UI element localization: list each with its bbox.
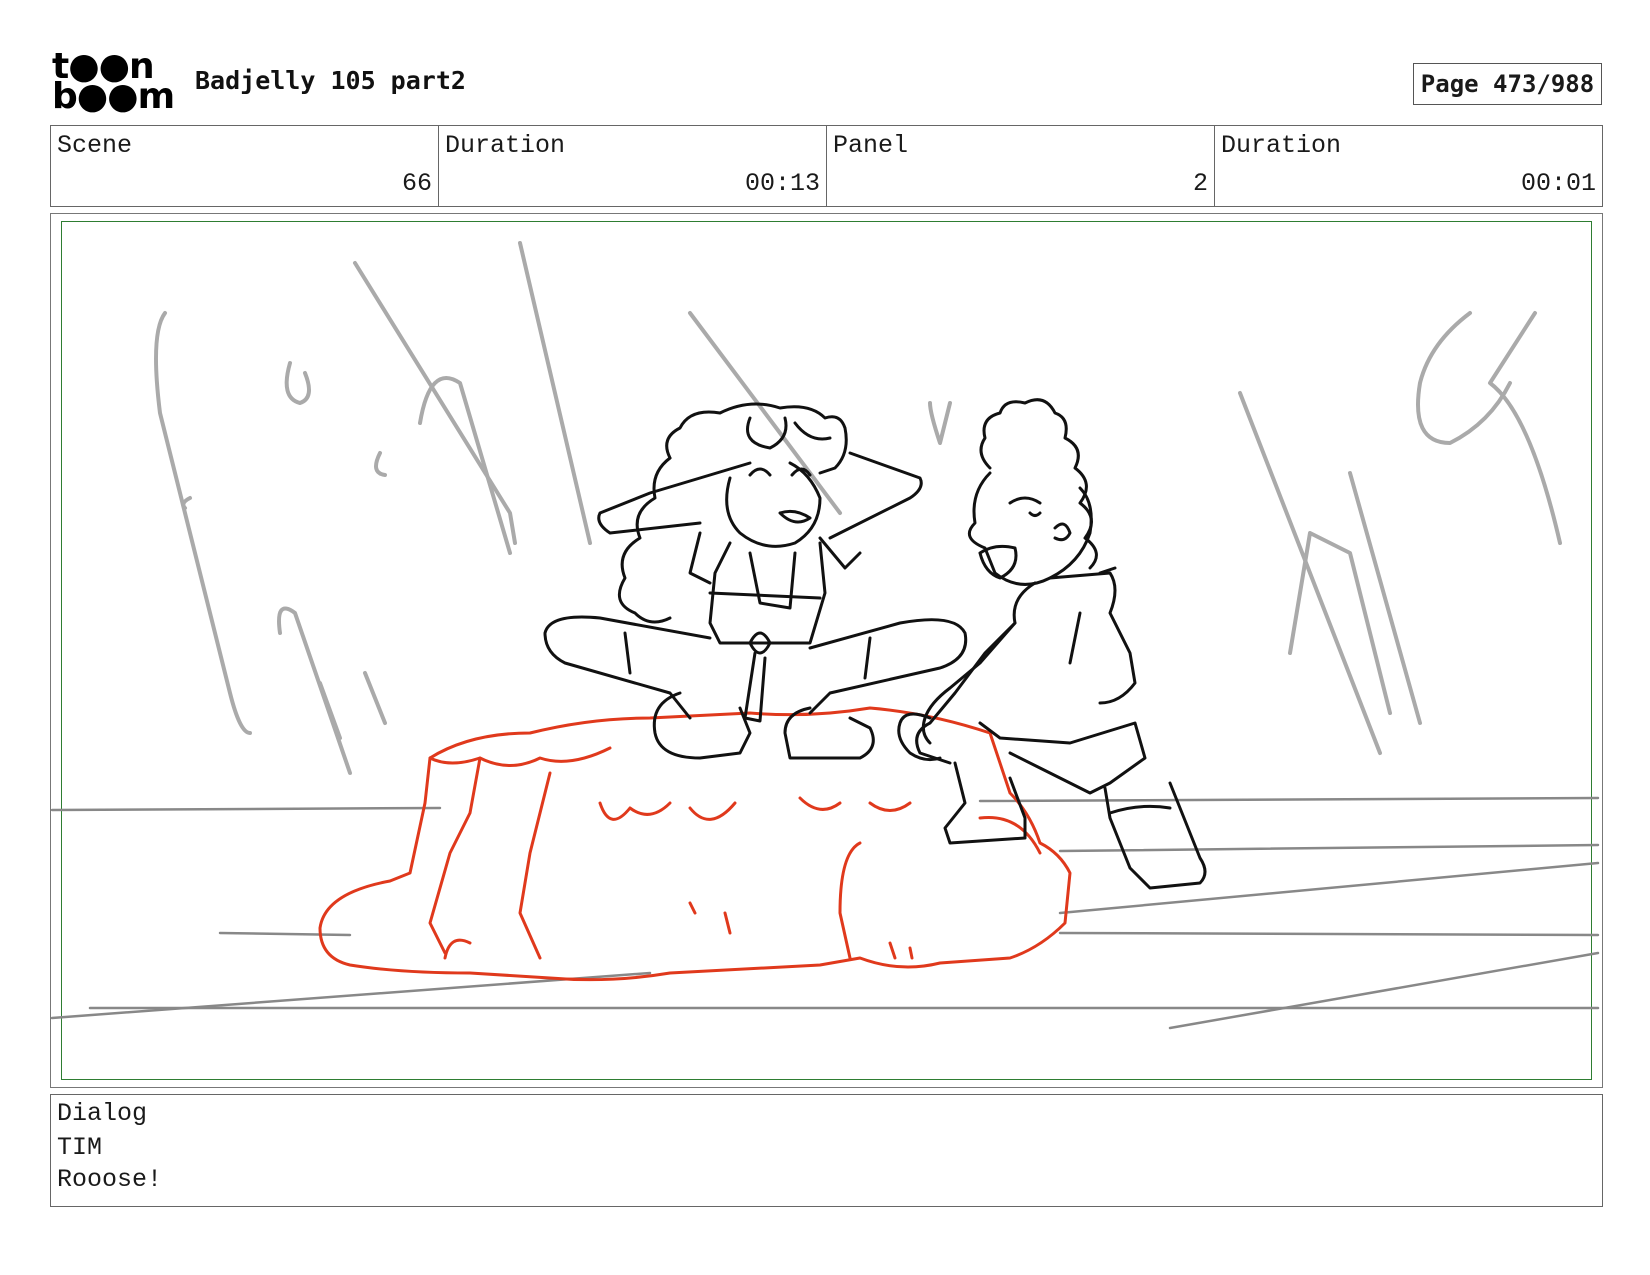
panel-label: Panel [833, 131, 909, 160]
scene-value: 66 [401, 169, 432, 198]
panel-duration-label: Duration [1221, 131, 1342, 160]
panel-cell: Panel 2 [827, 126, 1215, 206]
toonboom-logo: t●●n b●●m [52, 49, 175, 117]
scene-label: Scene [57, 131, 133, 160]
panel-duration-cell: Duration 00:01 [1215, 126, 1602, 206]
dialog-label: Dialog [57, 1099, 148, 1128]
dialog-line: Rooose! [57, 1165, 163, 1194]
document-title: Badjelly 105 part2 [195, 66, 466, 95]
scene-info-table: Scene 66 Duration 00:13 Panel 2 Duration… [50, 125, 1603, 207]
logo-line-bottom: b●●m [52, 76, 175, 117]
dialog-box: Dialog TIM Rooose! [50, 1094, 1603, 1207]
scene-duration-label: Duration [445, 131, 566, 160]
storyboard-sketch [50, 241, 1600, 1030]
page-indicator: Page 473/988 [1413, 63, 1602, 105]
character-boy-sketch [897, 398, 1207, 890]
dialog-speaker: TIM [57, 1133, 103, 1162]
panel-duration-value: 00:01 [1520, 169, 1596, 198]
scene-duration-value: 00:13 [744, 169, 820, 198]
scene-duration-cell: Duration 00:13 [439, 126, 827, 206]
scene-cell: Scene 66 [51, 126, 439, 206]
background-sketch [154, 241, 1562, 775]
ground-lines [50, 796, 1600, 1030]
panel-value: 2 [1192, 169, 1208, 198]
character-girl-sketch [543, 402, 968, 760]
